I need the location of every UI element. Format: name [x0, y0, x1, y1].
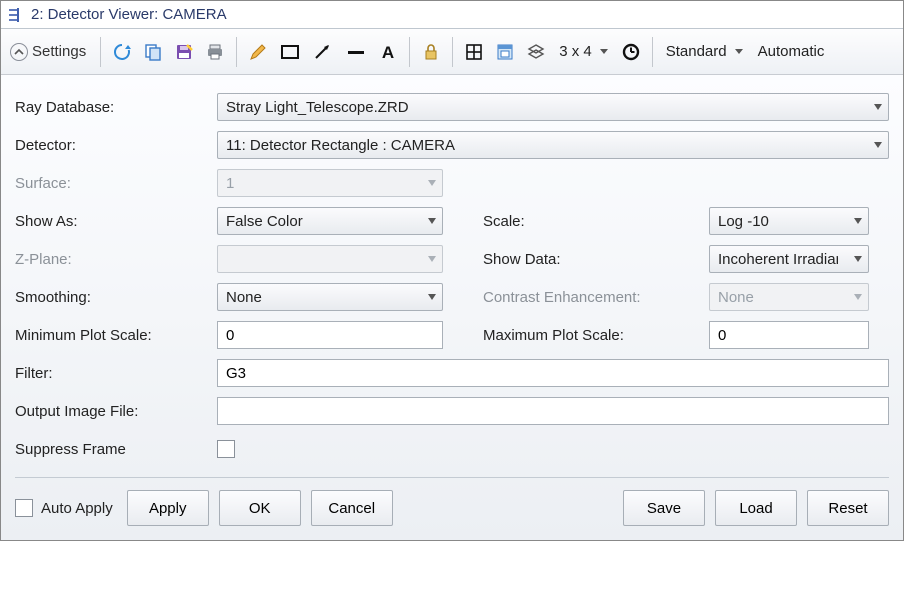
chevron-down-icon — [428, 180, 436, 186]
copy-icon — [143, 42, 163, 62]
settings-panel: Ray Database: Stray Light_Telescope.ZRD … — [1, 75, 903, 540]
toolbar-separator — [236, 37, 237, 67]
pencil-icon — [248, 42, 268, 62]
chevron-down-icon — [874, 142, 882, 148]
refresh-icon — [112, 42, 132, 62]
arrow-icon — [312, 42, 334, 62]
toolbar-separator — [652, 37, 653, 67]
show-as-label: Show As: — [15, 213, 207, 230]
chevron-down-icon — [874, 104, 882, 110]
min-plot-input[interactable] — [217, 321, 443, 349]
min-plot-label: Minimum Plot Scale: — [15, 327, 207, 344]
suppress-frame-checkbox[interactable] — [217, 440, 235, 458]
filter-input[interactable] — [217, 359, 889, 387]
lock-button[interactable] — [417, 37, 445, 67]
standard-dropdown[interactable]: Standard — [660, 43, 749, 60]
title-bar: 2: Detector Viewer: CAMERA — [1, 1, 903, 29]
show-data-select[interactable]: Incoherent Irradian — [709, 245, 869, 273]
layers-button[interactable] — [522, 37, 550, 67]
window-layout-button[interactable] — [491, 37, 519, 67]
svg-text:A: A — [382, 43, 394, 62]
scale-label: Scale: — [483, 213, 699, 230]
arrow-button[interactable] — [308, 37, 338, 67]
chevron-down-icon — [854, 294, 862, 300]
smoothing-label: Smoothing: — [15, 289, 207, 306]
detector-select[interactable]: 11: Detector Rectangle : CAMERA — [217, 131, 889, 159]
line-icon — [345, 42, 367, 62]
window-icon — [495, 42, 515, 62]
max-plot-label: Maximum Plot Scale: — [483, 327, 699, 344]
clock-button[interactable] — [617, 37, 645, 67]
chevron-down-icon — [428, 218, 436, 224]
show-as-select[interactable]: False Color — [217, 207, 443, 235]
auto-apply-checkbox[interactable] — [15, 499, 33, 517]
show-data-label: Show Data: — [483, 251, 699, 268]
window-title: 2: Detector Viewer: CAMERA — [31, 6, 227, 23]
app-icon — [7, 6, 25, 24]
reset-button[interactable]: Reset — [807, 490, 889, 526]
layout-icon — [464, 42, 484, 62]
automatic-dropdown[interactable]: Automatic — [752, 43, 831, 60]
footer: Auto Apply Apply OK Cancel Save Load Res… — [15, 488, 889, 526]
contrast-label: Contrast Enhancement: — [483, 289, 699, 306]
save-settings-button[interactable]: Save — [623, 490, 705, 526]
text-button[interactable]: A — [374, 37, 402, 67]
toolbar-separator — [100, 37, 101, 67]
lock-icon — [421, 42, 441, 62]
layout-button[interactable] — [460, 37, 488, 67]
rectangle-button[interactable] — [275, 37, 305, 67]
layers-icon — [526, 42, 546, 62]
toolbar-separator — [409, 37, 410, 67]
surface-label: Surface: — [15, 175, 207, 192]
toolbar: Settings — [1, 29, 903, 75]
save-button[interactable] — [170, 37, 198, 67]
filter-label: Filter: — [15, 365, 207, 382]
smoothing-select[interactable]: None — [217, 283, 443, 311]
z-plane-label: Z-Plane: — [15, 251, 207, 268]
output-file-label: Output Image File: — [15, 403, 207, 420]
text-a-icon: A — [378, 42, 398, 62]
auto-apply-group: Auto Apply — [15, 499, 113, 517]
settings-label: Settings — [32, 43, 86, 60]
ok-button[interactable]: OK — [219, 490, 301, 526]
max-plot-input[interactable] — [709, 321, 869, 349]
rectangle-icon — [279, 42, 301, 62]
refresh-button[interactable] — [108, 37, 136, 67]
chevron-up-icon — [10, 43, 28, 61]
auto-apply-label: Auto Apply — [41, 500, 113, 517]
apply-button[interactable]: Apply — [127, 490, 209, 526]
app-window: 2: Detector Viewer: CAMERA Settings — [0, 0, 904, 541]
floppy-icon — [174, 42, 194, 62]
suppress-frame-label: Suppress Frame — [15, 441, 207, 458]
chevron-down-icon — [854, 256, 862, 262]
line-weight-button[interactable] — [341, 37, 371, 67]
z-plane-select — [217, 245, 443, 273]
load-button[interactable]: Load — [715, 490, 797, 526]
ray-database-label: Ray Database: — [15, 99, 207, 116]
contrast-select: None — [709, 283, 869, 311]
pencil-button[interactable] — [244, 37, 272, 67]
print-button[interactable] — [201, 37, 229, 67]
grid-size-dropdown[interactable]: 3 x 4 — [553, 43, 614, 60]
chevron-down-icon — [854, 218, 862, 224]
copy-button[interactable] — [139, 37, 167, 67]
detector-label: Detector: — [15, 137, 207, 154]
scale-select[interactable]: Log -10 — [709, 207, 869, 235]
divider — [15, 477, 889, 478]
chevron-down-icon — [428, 256, 436, 262]
ray-database-select[interactable]: Stray Light_Telescope.ZRD — [217, 93, 889, 121]
output-file-input[interactable] — [217, 397, 889, 425]
surface-select: 1 — [217, 169, 443, 197]
clock-icon — [621, 42, 641, 62]
cancel-button[interactable]: Cancel — [311, 490, 393, 526]
toolbar-separator — [452, 37, 453, 67]
chevron-down-icon — [428, 294, 436, 300]
settings-button[interactable]: Settings — [7, 37, 93, 67]
printer-icon — [205, 42, 225, 62]
